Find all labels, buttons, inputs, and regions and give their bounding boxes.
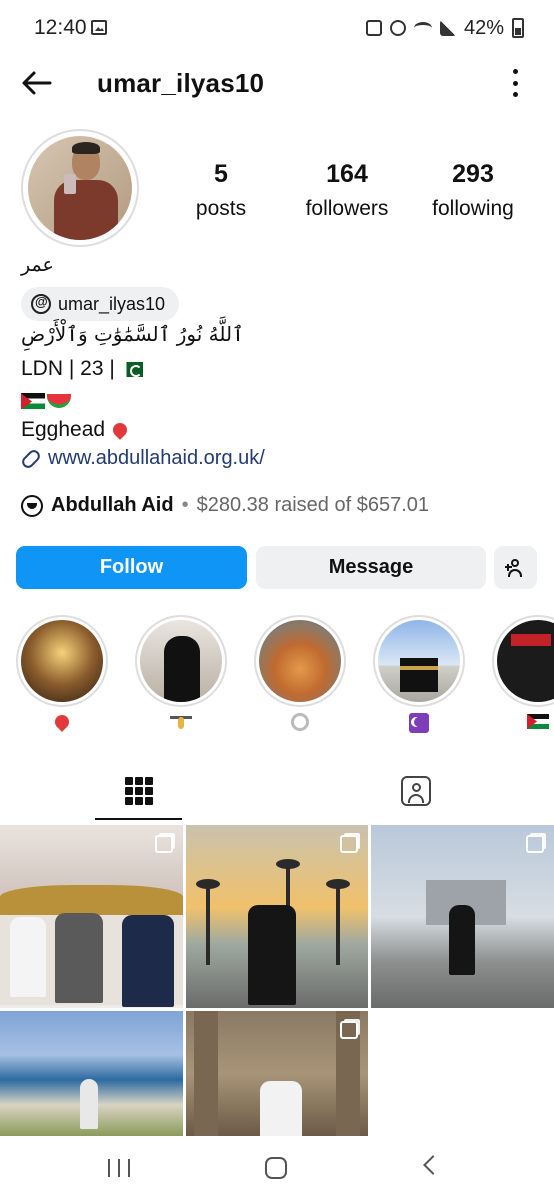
posts-stat[interactable]: 5 posts xyxy=(186,160,256,221)
highlight-cover-image xyxy=(378,620,460,702)
profile-username: umar_ilyas10 xyxy=(97,68,265,98)
battery-percent: 42% xyxy=(463,16,504,39)
profile-header: umar_ilyas10 xyxy=(0,58,554,108)
tab-tagged[interactable] xyxy=(277,760,554,822)
signal-icon xyxy=(439,20,456,36)
pin-icon xyxy=(52,712,72,732)
followers-count: 164 xyxy=(326,160,368,188)
fundraiser-row[interactable]: Abdullah Aid • $280.38 raised of $657.01 xyxy=(21,494,429,517)
following-count: 293 xyxy=(452,160,494,188)
home-icon[interactable] xyxy=(265,1157,287,1179)
message-button[interactable]: Message xyxy=(256,546,486,589)
status-time: 12:40 xyxy=(34,16,87,39)
status-right-icons: 42% xyxy=(365,14,524,42)
bio-location-text: LDN | 23 | xyxy=(21,357,115,380)
avatar[interactable] xyxy=(28,136,132,240)
fundraiser-separator: • xyxy=(181,494,189,516)
back-arrow-icon[interactable] xyxy=(20,66,54,100)
post-thumbnail[interactable] xyxy=(186,1011,368,1136)
status-bar: 12:40 42% xyxy=(0,0,554,58)
palestine-flag-icon xyxy=(527,714,549,729)
gallery-notification-icon xyxy=(91,20,107,35)
bio-link-text[interactable]: www.abdullahaid.org.uk/ xyxy=(48,447,265,470)
bio-egghead-line: Egghead xyxy=(21,418,130,442)
multiple-photos-icon xyxy=(155,835,173,853)
multiple-photos-icon xyxy=(340,1021,358,1039)
profile-tabs xyxy=(0,760,554,822)
bio-arabic-line: ٱللَّهُ نُورُ ٱلسَّمَٰوَٰتِ وَٱلْأَرْضِ xyxy=(21,322,244,346)
fundraiser-progress: $280.38 raised of $657.01 xyxy=(196,494,430,516)
battery-saver-icon xyxy=(365,20,382,36)
post-thumbnail[interactable] xyxy=(0,825,183,1008)
system-navigation-bar xyxy=(0,1138,554,1200)
profile-name: عمر xyxy=(21,255,54,276)
bio-link[interactable]: www.abdullahaid.org.uk/ xyxy=(19,447,265,470)
battery-icon xyxy=(512,18,524,38)
plate-icon xyxy=(291,713,309,731)
threads-icon xyxy=(31,294,51,314)
bio-egghead-text: Egghead xyxy=(21,418,106,441)
weightlifter-icon xyxy=(170,713,192,729)
alarm-icon xyxy=(389,20,406,36)
add-person-icon xyxy=(504,558,527,578)
fundraiser-name: Abdullah Aid xyxy=(51,494,174,516)
watermelon-icon xyxy=(47,394,71,409)
active-tab-indicator xyxy=(95,818,182,820)
bio-location-line: LDN | 23 | xyxy=(21,357,143,381)
highlight-cover-image xyxy=(140,620,222,702)
fundraiser-icon xyxy=(21,494,43,517)
palestine-flag-icon xyxy=(21,393,45,410)
tagged-icon xyxy=(400,776,431,806)
suggested-accounts-button[interactable] xyxy=(494,546,537,589)
follow-button[interactable]: Follow xyxy=(16,546,247,589)
followers-label: followers xyxy=(305,197,389,220)
back-icon[interactable] xyxy=(423,1155,443,1175)
post-thumbnail[interactable] xyxy=(186,825,368,1008)
tab-posts-grid[interactable] xyxy=(0,760,277,822)
following-label: following xyxy=(432,197,514,220)
bio-emoji-line xyxy=(21,389,71,413)
posts-count: 5 xyxy=(214,160,228,188)
threads-handle: umar_ilyas10 xyxy=(58,293,166,314)
multiple-photos-icon xyxy=(340,835,358,853)
post-thumbnail[interactable] xyxy=(0,1011,183,1136)
grid-icon xyxy=(124,777,153,805)
highlight-cover-image xyxy=(259,620,341,702)
followers-stat[interactable]: 164 followers xyxy=(296,160,398,221)
multiple-photos-icon xyxy=(526,835,544,853)
pin-icon xyxy=(110,420,130,441)
wifi-icon xyxy=(413,22,432,34)
posts-label: posts xyxy=(195,197,247,220)
star-and-crescent-icon xyxy=(409,713,429,733)
pakistan-flag-icon xyxy=(120,361,143,377)
highlight-cover-image xyxy=(21,620,103,702)
following-stat[interactable]: 293 following xyxy=(424,160,522,221)
threads-badge[interactable]: umar_ilyas10 xyxy=(21,287,180,321)
more-options-icon[interactable] xyxy=(510,69,520,97)
link-icon xyxy=(19,447,43,470)
recent-apps-icon[interactable] xyxy=(108,1159,130,1177)
post-thumbnail[interactable] xyxy=(371,825,554,1008)
